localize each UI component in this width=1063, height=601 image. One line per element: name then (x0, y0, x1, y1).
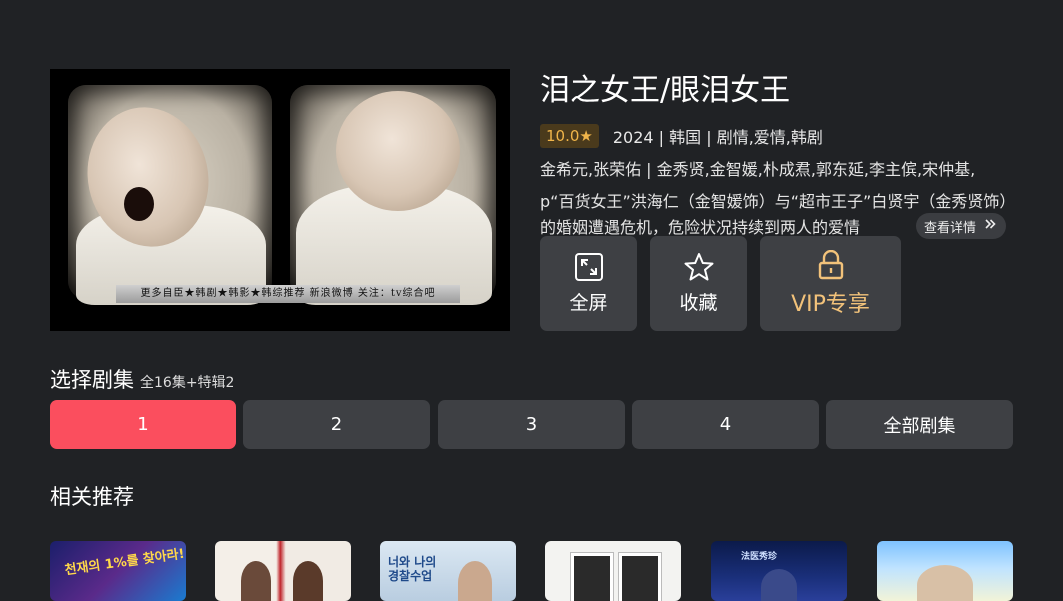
baby-mouth (124, 187, 154, 221)
recommend-poster-6[interactable] (877, 541, 1013, 601)
meta-text: 2024 | 韩国 | 剧情,爱情,韩剧 (612, 128, 823, 147)
recommend-poster-5[interactable]: 法医秀珍 (711, 541, 847, 601)
favorite-label: 收藏 (679, 292, 718, 314)
episode-button-2[interactable]: 2 (243, 400, 430, 449)
episodes-heading: 选择剧集 全16集+特辑2 (50, 364, 234, 394)
fullscreen-icon (574, 252, 604, 282)
recommend-poster-3[interactable]: 너와 나의 경찰수업 (380, 541, 516, 601)
show-meta: 10.0★ 2024 | 韩国 | 剧情,爱情,韩剧 (540, 124, 823, 148)
vip-button[interactable]: VIP专享 (760, 236, 901, 331)
poster-5-figure (761, 569, 797, 601)
poster-3-figure (458, 561, 492, 601)
recommend-poster-1[interactable]: 천재의 1%를 찾아라! (50, 541, 186, 601)
fullscreen-button[interactable]: 全屏 (540, 236, 637, 331)
video-subtitle-bar: 更多自臣★韩剧★韩影★韩综推荐 新浪微博 关注：tv综合吧 (116, 285, 460, 303)
baby-face-right (336, 91, 460, 211)
recommend-poster-4[interactable] (545, 541, 681, 601)
poster-3-title: 너와 나의 경찰수업 (388, 555, 437, 583)
all-episodes-button[interactable]: 全部剧集 (826, 400, 1013, 449)
vip-label: VIP专享 (791, 291, 870, 317)
episodes-summary: 全16集+特辑2 (140, 375, 235, 391)
rating-badge: 10.0★ (540, 124, 599, 148)
view-details-label: 查看详情 (924, 220, 977, 236)
poster-2-figure-right (293, 561, 323, 601)
show-title: 泪之女王/眼泪女王 (540, 73, 791, 108)
video-frame-left (68, 85, 272, 305)
view-details-button[interactable]: 查看详情 (916, 213, 1007, 239)
poster-5-title: 法医秀珍 (741, 552, 778, 562)
lock-icon (817, 249, 845, 280)
video-player[interactable]: 更多自臣★韩剧★韩影★韩综推荐 新浪微博 关注：tv综合吧 (50, 69, 510, 331)
star-icon (683, 252, 715, 282)
recommend-poster-2[interactable] (215, 541, 351, 601)
episode-button-4[interactable]: 4 (632, 400, 819, 449)
poster-1-title: 천재의 1%를 찾아라! (63, 546, 186, 579)
cast-list: 金希元,张荣佑 | 金秀贤,金智媛,朴成焄,郭东延,李主傧,宋仲基, (540, 160, 976, 179)
episode-button-1[interactable]: 1 (50, 400, 236, 449)
episode-button-3[interactable]: 3 (438, 400, 625, 449)
favorite-button[interactable]: 收藏 (650, 236, 747, 331)
episodes-title: 选择剧集 (50, 368, 134, 392)
recommend-title: 相关推荐 (50, 485, 134, 509)
fullscreen-label: 全屏 (569, 292, 608, 314)
double-chevron-right-icon (984, 218, 996, 234)
poster-6-figure (917, 565, 973, 601)
poster-4-photo-right (618, 552, 662, 601)
poster-2-figure-left (241, 561, 271, 601)
video-frame-right (290, 85, 496, 305)
poster-4-photo-left (570, 552, 614, 601)
